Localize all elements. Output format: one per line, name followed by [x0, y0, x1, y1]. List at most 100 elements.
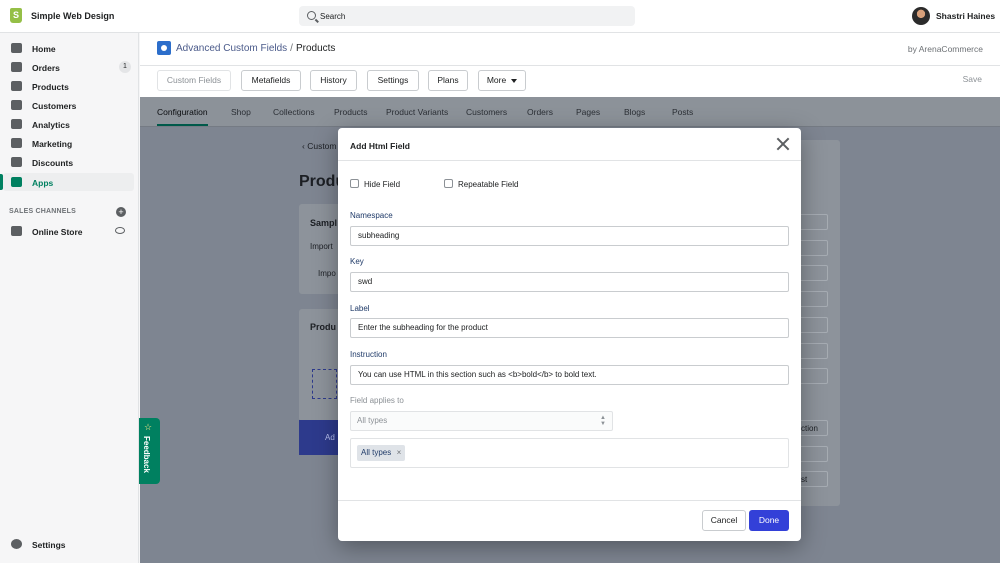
sidebar-item-label: Settings [32, 540, 66, 550]
sidebar-item-home[interactable]: Home [3, 39, 134, 57]
orders-count-badge: 1 [119, 61, 131, 73]
namespace-input[interactable]: subheading [350, 226, 789, 246]
breadcrumb: Advanced Custom Fields / Products [176, 43, 335, 54]
sidebar-item-orders[interactable]: Orders 1 [3, 58, 134, 76]
background-mini-button [798, 214, 828, 230]
applies-to-select-value: All types [357, 416, 388, 425]
star-icon: ☆ [144, 422, 153, 432]
repeatable-field-label[interactable]: Repeatable Field [458, 180, 518, 189]
custom-fields-button[interactable]: Custom Fields [157, 70, 231, 91]
plans-button[interactable]: Plans [428, 70, 468, 91]
sidebar-item-label: Online Store [32, 227, 83, 237]
back-link-label: Custom [307, 141, 337, 151]
background-right-text: ction [801, 424, 818, 433]
search-icon [307, 11, 316, 20]
app-byline: by ArenaCommerce [907, 44, 983, 54]
select-arrows-icon: ▲ ▼ [600, 415, 606, 427]
store-icon [11, 226, 22, 236]
bar-chart-icon [11, 119, 22, 129]
tab-products[interactable]: Products [334, 107, 368, 117]
active-indicator [0, 174, 3, 190]
tab-blogs[interactable]: Blogs [624, 107, 645, 117]
app-header: Advanced Custom Fields / Products by Arena… [140, 33, 1000, 97]
sidebar-item-analytics[interactable]: Analytics [3, 115, 134, 133]
shopify-logo-icon[interactable] [10, 8, 22, 23]
app-logo-icon [157, 41, 171, 55]
sidebar-item-products[interactable]: Products [3, 77, 134, 95]
sidebar-item-marketing[interactable]: Marketing [3, 134, 134, 152]
modal-header-divider [338, 160, 801, 161]
breadcrumb-app-link[interactable]: Advanced Custom Fields [176, 43, 287, 54]
background-mini-button [798, 317, 828, 333]
sidebar-item-online-store[interactable]: Online Store [3, 222, 134, 240]
save-button[interactable]: Save [963, 74, 982, 84]
tab-posts[interactable]: Posts [672, 107, 693, 117]
tag-remove-icon[interactable]: × [397, 445, 402, 461]
background-mini-button [798, 343, 828, 359]
sidebar-item-label: Analytics [32, 120, 70, 130]
cancel-button[interactable]: Cancel [702, 510, 746, 531]
applies-to-select[interactable]: All types ▲ ▼ [350, 411, 613, 431]
tab-configuration[interactable]: Configuration [157, 107, 208, 117]
background-mini-button [798, 291, 828, 307]
hide-field-checkbox[interactable] [350, 179, 359, 188]
sidebar-item-customers[interactable]: Customers [3, 96, 134, 114]
tab-bar: Configuration Shop Collections Products … [140, 97, 1000, 127]
history-button[interactable]: History [310, 70, 357, 91]
sidebar-item-settings[interactable]: Settings [3, 535, 134, 553]
sidebar-item-label: Home [32, 44, 56, 54]
applies-to-tags[interactable]: All types × [350, 438, 789, 468]
settings-button[interactable]: Settings [367, 70, 419, 91]
caret-down-icon [511, 78, 518, 83]
tab-collections[interactable]: Collections [273, 107, 315, 117]
label-input[interactable]: Enter the subheading for the product [350, 318, 789, 338]
tab-orders[interactable]: Orders [527, 107, 553, 117]
metafields-button[interactable]: Metafields [241, 70, 301, 91]
top-bar: Simple Web Design Search Shastri Haines [0, 0, 1000, 33]
user-name[interactable]: Shastri Haines [936, 11, 995, 21]
close-icon[interactable] [775, 136, 791, 152]
applies-to-label: Field applies to [350, 396, 404, 405]
sidebar-item-discounts[interactable]: Discounts [3, 153, 134, 171]
tag-all-types: All types × [357, 445, 406, 461]
hide-field-label[interactable]: Hide Field [364, 180, 400, 189]
key-input[interactable]: swd [350, 272, 789, 292]
instruction-input[interactable]: You can use HTML in this section such as… [350, 365, 789, 385]
sidebar-item-label: Orders [32, 63, 60, 73]
avatar[interactable] [912, 7, 930, 25]
active-tab-underline [157, 124, 208, 126]
tag-label: All types [361, 448, 392, 457]
back-link: ‹ Custom [302, 141, 337, 151]
search-input[interactable]: Search [299, 6, 635, 26]
sidebar-item-label: Products [32, 82, 69, 92]
add-circle-icon[interactable]: + [116, 207, 126, 217]
modal-title: Add Html Field [350, 141, 410, 151]
background-mini-button [798, 368, 828, 384]
background-right-text: st [801, 475, 808, 484]
tab-customers[interactable]: Customers [466, 107, 507, 117]
eye-icon[interactable] [115, 227, 125, 234]
more-button[interactable]: More [478, 70, 526, 91]
sidebar: Home Orders 1 Products Customers Analyti… [0, 33, 139, 563]
breadcrumb-current: Products [295, 43, 336, 54]
tab-product-variants[interactable]: Product Variants [386, 107, 448, 117]
tab-pages[interactable]: Pages [576, 107, 600, 117]
megaphone-icon [11, 138, 22, 148]
header-divider [140, 65, 1000, 66]
repeatable-field-checkbox[interactable] [444, 179, 453, 188]
sidebar-item-apps[interactable]: Apps [0, 173, 134, 191]
store-name[interactable]: Simple Web Design [31, 11, 114, 21]
feedback-label: Feedback [142, 436, 151, 473]
tab-shop[interactable]: Shop [231, 107, 251, 117]
more-button-label: More [486, 75, 507, 85]
background-mini-button [798, 446, 828, 462]
sidebar-item-label: Apps [32, 178, 54, 188]
done-button[interactable]: Done [749, 510, 789, 531]
background-card-text: Import [310, 242, 333, 251]
search-placeholder: Search [320, 12, 346, 21]
label-label: Label [350, 304, 370, 313]
gear-icon [11, 539, 22, 549]
feedback-tab[interactable]: ☆ Feedback [139, 418, 160, 484]
sales-channels-heading: SALES CHANNELS [9, 208, 76, 215]
orders-icon [11, 62, 22, 72]
